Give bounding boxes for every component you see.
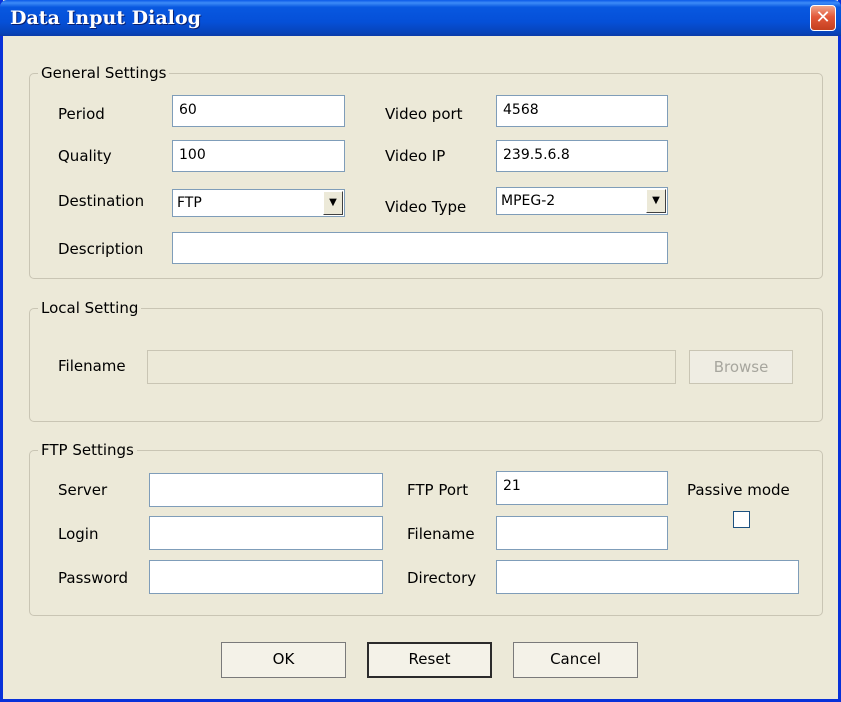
cancel-button[interactable]: Cancel [513, 642, 638, 678]
quality-input[interactable]: 100 [172, 140, 345, 172]
server-input[interactable] [149, 473, 383, 507]
login-input[interactable] [149, 516, 383, 550]
server-label: Server [58, 481, 108, 499]
video-type-value: MPEG-2 [501, 193, 556, 209]
window-title: Data Input Dialog [10, 7, 201, 29]
local-filename-input[interactable] [147, 350, 676, 384]
video-port-label: Video port [385, 105, 463, 123]
destination-label: Destination [58, 192, 145, 210]
destination-dropdown-arrow[interactable]: ▼ [323, 191, 343, 215]
period-label: Period [58, 105, 105, 123]
ftp-filename-input[interactable] [496, 516, 668, 550]
description-input[interactable] [172, 232, 668, 264]
close-button[interactable]: ✕ [810, 5, 836, 31]
login-label: Login [58, 525, 99, 543]
close-icon: ✕ [815, 7, 831, 28]
description-label: Description [58, 240, 144, 258]
period-input[interactable]: 60 [172, 95, 345, 127]
video-type-select[interactable]: MPEG-2 ▼ [496, 187, 668, 215]
title-bar[interactable]: Data Input Dialog ✕ [0, 0, 841, 36]
destination-select[interactable]: FTP ▼ [172, 189, 345, 217]
ftp-filename-label: Filename [407, 525, 475, 543]
video-type-dropdown-arrow[interactable]: ▼ [646, 189, 666, 213]
video-type-label: Video Type [385, 198, 467, 216]
password-label: Password [58, 569, 129, 587]
reset-button[interactable]: Reset [367, 642, 492, 678]
passive-mode-checkbox[interactable] [733, 511, 750, 528]
password-input[interactable] [149, 560, 383, 594]
general-settings-label: General Settings [38, 64, 170, 82]
ftp-port-input[interactable]: 21 [496, 471, 668, 505]
browse-button[interactable]: Browse [689, 350, 793, 384]
ftp-settings-label: FTP Settings [38, 441, 137, 459]
local-setting-label: Local Setting [38, 299, 142, 317]
chevron-down-icon: ▼ [652, 195, 660, 206]
video-ip-label: Video IP [385, 147, 446, 165]
quality-label: Quality [58, 147, 112, 165]
passive-mode-label: Passive mode [687, 481, 790, 499]
directory-input[interactable] [496, 560, 799, 594]
directory-label: Directory [407, 569, 477, 587]
ok-button[interactable]: OK [221, 642, 346, 678]
video-port-input[interactable]: 4568 [496, 95, 668, 127]
destination-value: FTP [177, 195, 202, 211]
chevron-down-icon: ▼ [329, 197, 337, 208]
dialog-window: Data Input Dialog ✕ General Settings Per… [0, 0, 841, 702]
local-filename-label: Filename [58, 357, 126, 375]
video-ip-input[interactable]: 239.5.6.8 [496, 140, 668, 172]
ftp-port-label: FTP Port [407, 481, 469, 499]
